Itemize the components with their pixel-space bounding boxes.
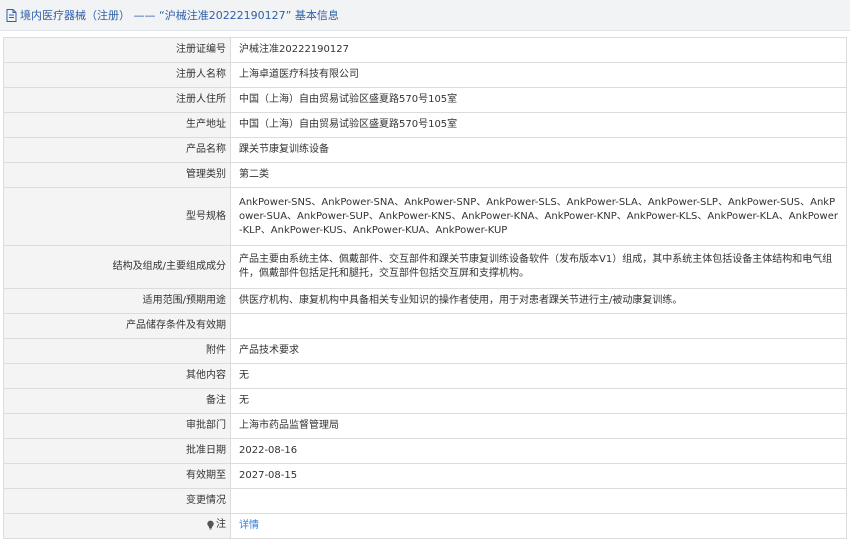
table-row: 注册证编号 沪械注准20222190127: [3, 37, 847, 63]
row-value: 中国（上海）自由贸易试验区盛夏路570号105室: [230, 112, 847, 138]
row-label: 产品储存条件及有效期: [3, 313, 231, 339]
row-value: 上海卓道医疗科技有限公司: [230, 62, 847, 88]
table-row: 其他内容 无: [3, 363, 847, 389]
note-value: 详情: [230, 513, 847, 539]
row-label: 批准日期: [3, 438, 231, 464]
table-row: 附件 产品技术要求: [3, 338, 847, 364]
row-value: 2027-08-15: [230, 463, 847, 489]
row-label: 产品名称: [3, 137, 231, 163]
row-value: 无: [230, 388, 847, 414]
table-row: 备注 无: [3, 388, 847, 414]
row-value: 上海市药品监督管理局: [230, 413, 847, 439]
info-table-container: 注册证编号 沪械注准20222190127 注册人名称 上海卓道医疗科技有限公司…: [3, 37, 847, 539]
table-row: 生产地址 中国（上海）自由贸易试验区盛夏路570号105室: [3, 112, 847, 138]
note-label: 注: [206, 518, 226, 532]
table-row: 批准日期 2022-08-16: [3, 438, 847, 464]
table-row: 注册人名称 上海卓道医疗科技有限公司: [3, 62, 847, 88]
row-value: 无: [230, 363, 847, 389]
detail-link[interactable]: 详情: [239, 520, 259, 531]
row-value: 供医疗机构、康复机构中具备相关专业知识的操作者使用，用于对患者踝关节进行主/被动…: [230, 288, 847, 314]
table-row: 型号规格 AnkPower-SNS、AnkPower-SNA、AnkPower-…: [3, 187, 847, 246]
table-row: 产品名称 踝关节康复训练设备: [3, 137, 847, 163]
table-row: 适用范围/预期用途 供医疗机构、康复机构中具备相关专业知识的操作者使用，用于对患…: [3, 288, 847, 314]
row-label: 备注: [3, 388, 231, 414]
document-icon: [6, 8, 17, 22]
table-row: 变更情况: [3, 488, 847, 514]
page-header: 境内医疗器械（注册） —— “沪械注准20222190127” 基本信息: [0, 0, 850, 31]
note-label-text: 注: [216, 518, 226, 530]
row-value: [230, 488, 847, 514]
lightbulb-icon: [206, 520, 215, 530]
note-row: 注 详情: [3, 513, 847, 539]
row-value: 产品主要由系统主体、佩戴部件、交互部件和踝关节康复训练设备软件（发布版本V1）组…: [230, 245, 847, 289]
row-label: 其他内容: [3, 363, 231, 389]
row-label: 变更情况: [3, 488, 231, 514]
table-row: 注册人住所 中国（上海）自由贸易试验区盛夏路570号105室: [3, 87, 847, 113]
table-row: 管理类别 第二类: [3, 162, 847, 188]
row-value: AnkPower-SNS、AnkPower-SNA、AnkPower-SNP、A…: [230, 187, 847, 246]
table-row: 有效期至 2027-08-15: [3, 463, 847, 489]
row-label: 结构及组成/主要组成成分: [3, 245, 231, 289]
row-label: 生产地址: [3, 112, 231, 138]
breadcrumb: 境内医疗器械（注册） —— “沪械注准20222190127” 基本信息: [20, 9, 339, 22]
row-value: 第二类: [230, 162, 847, 188]
row-value: 2022-08-16: [230, 438, 847, 464]
row-value: [230, 313, 847, 339]
row-label: 型号规格: [3, 187, 231, 246]
info-table: 注册证编号 沪械注准20222190127 注册人名称 上海卓道医疗科技有限公司…: [3, 37, 847, 539]
row-label: 注册证编号: [3, 37, 231, 63]
table-row: 结构及组成/主要组成成分 产品主要由系统主体、佩戴部件、交互部件和踝关节康复训练…: [3, 245, 847, 289]
row-value: 中国（上海）自由贸易试验区盛夏路570号105室: [230, 87, 847, 113]
row-label: 注册人住所: [3, 87, 231, 113]
table-row: 产品储存条件及有效期: [3, 313, 847, 339]
row-label: 注册人名称: [3, 62, 231, 88]
row-label: 适用范围/预期用途: [3, 288, 231, 314]
row-label: 审批部门: [3, 413, 231, 439]
note-label-cell: 注: [3, 513, 231, 539]
row-value: 沪械注准20222190127: [230, 37, 847, 63]
table-row: 审批部门 上海市药品监督管理局: [3, 413, 847, 439]
row-label: 附件: [3, 338, 231, 364]
row-label: 管理类别: [3, 162, 231, 188]
row-value: 产品技术要求: [230, 338, 847, 364]
row-value: 踝关节康复训练设备: [230, 137, 847, 163]
row-label: 有效期至: [3, 463, 231, 489]
